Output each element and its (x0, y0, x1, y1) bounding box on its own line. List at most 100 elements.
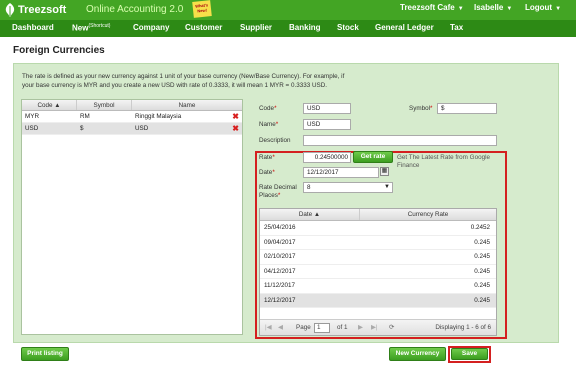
cell-symbol: $ (80, 125, 84, 132)
logo[interactable]: Treezsoft (4, 2, 66, 18)
rate-label-text: Rate (259, 154, 273, 161)
cell-code: MYR (25, 113, 39, 120)
cell-date: 25/04/2016 (264, 224, 296, 231)
nav-stock[interactable]: Stock (337, 23, 359, 32)
table-row[interactable]: 25/04/2016 0.2452 (260, 221, 496, 236)
required-mark: * (272, 169, 275, 176)
symbol-label-text: Symbol (409, 105, 430, 112)
table-row[interactable]: 11/12/2017 0.245 (260, 279, 496, 294)
nav-tax[interactable]: Tax (450, 23, 463, 32)
code-input[interactable]: USD (303, 103, 351, 114)
table-row[interactable]: 09/04/2017 0.245 (260, 236, 496, 250)
page-label: Page (296, 324, 311, 331)
cell-rate: 0.245 (474, 296, 490, 304)
page-count: of 1 (337, 324, 348, 331)
required-mark: * (272, 154, 275, 161)
nav-supplier[interactable]: Supplier (240, 23, 272, 32)
cell-rate: 0.245 (474, 282, 490, 289)
required-mark: * (274, 105, 277, 112)
nav-customer[interactable]: Customer (185, 23, 222, 32)
nav-new-sup: (Shortcut) (88, 23, 111, 29)
required-mark: * (275, 121, 279, 128)
cell-date: 04/12/2017 (264, 267, 296, 275)
last-page-icon[interactable]: ▶| (371, 324, 377, 331)
code-label: Code* (259, 105, 277, 112)
cell-date: 11/12/2017 (264, 282, 296, 289)
name-input[interactable]: USD (303, 119, 351, 130)
decimal-places-value: 8 (307, 184, 311, 191)
required-mark: * (277, 192, 281, 199)
code-label-text: Code (259, 105, 275, 112)
name-label-text: Name (259, 121, 276, 128)
column-symbol[interactable]: Symbol (77, 100, 132, 110)
cell-symbol: RM (80, 113, 90, 120)
cell-name: USD (135, 125, 149, 132)
description-input[interactable] (303, 135, 497, 146)
logout-menu[interactable]: Logout ▼ (525, 3, 561, 12)
intro-text: The rate is defined as your new currency… (22, 72, 382, 90)
symbol-label: Symbol* (409, 105, 432, 112)
rate-note: Get The Latest Rate from Google Finance (397, 154, 490, 169)
rate-grid-body: 25/04/2016 0.2452 09/04/2017 0.245 02/10/2… (260, 221, 496, 319)
page-title: Foreign Currencies (13, 45, 105, 56)
table-row[interactable]: 12/12/2017 0.245 (260, 293, 496, 308)
currency-grid: Code ▲ Symbol Name MYR RM Ringgit Malays… (21, 99, 243, 335)
column-currency-rate[interactable]: Currency Rate (360, 209, 496, 220)
table-row[interactable]: 02/10/2017 0.245 (260, 250, 496, 265)
rate-grid-header: Date ▲ Currency Rate (260, 209, 496, 221)
decimal-places-select[interactable]: 8 ▼ (303, 182, 393, 193)
table-row[interactable]: USD $ USD ✖ (22, 123, 242, 135)
rate-label: Rate* (259, 154, 275, 161)
column-date[interactable]: Date ▲ (260, 209, 360, 220)
chevron-down-icon: ▼ (555, 6, 562, 12)
delete-icon[interactable]: ✖ (232, 123, 239, 135)
brand-name: Treezsoft (18, 4, 67, 16)
prev-page-icon[interactable]: ◀ (278, 324, 283, 331)
rate-input[interactable]: 0.24500000 (303, 152, 351, 163)
delete-icon[interactable]: ✖ (232, 111, 239, 123)
save-button[interactable]: Save (451, 348, 488, 360)
nav-banking[interactable]: Banking (289, 23, 321, 32)
cell-rate: 0.245 (474, 253, 490, 260)
nav-dashboard[interactable]: Dashboard (12, 23, 54, 32)
date-input[interactable]: 12/12/2017 (303, 167, 379, 178)
cell-date: 09/04/2017 (264, 238, 296, 246)
first-page-icon[interactable]: |◀ (265, 324, 271, 331)
chevron-down-icon: ▼ (457, 6, 464, 12)
calendar-icon[interactable]: ▦ (380, 167, 389, 176)
refresh-icon[interactable]: ⟳ (389, 324, 394, 331)
nav-company[interactable]: Company (133, 23, 169, 32)
display-count: Displaying 1 - 6 of 6 (435, 324, 491, 331)
date-label-text: Date (259, 169, 273, 176)
decimal-places-label: Rate Decimal Places* (259, 184, 297, 200)
column-code[interactable]: Code ▲ (22, 100, 77, 110)
whats-new-badge[interactable]: What's New! (192, 0, 212, 18)
name-label: Name* (259, 121, 278, 128)
tree-logo-icon (5, 3, 15, 17)
column-name[interactable]: Name (132, 100, 242, 110)
company-menu[interactable]: Treezsoft Cafe ▼ (400, 3, 464, 12)
nav-new[interactable]: New(Shortcut) (72, 23, 110, 33)
company-name: Treezsoft Cafe (400, 3, 455, 12)
rate-history-grid: Date ▲ Currency Rate 25/04/2016 0.2452 09… (259, 208, 497, 336)
chevron-down-icon: ▼ (384, 184, 390, 190)
nav-new-label: New (72, 23, 89, 33)
app-name: Online Accounting 2.0 (86, 4, 184, 15)
pager: |◀ ◀ Page 1 of 1 ▶ ▶| ⟳ Displaying 1 - 6… (260, 319, 496, 335)
symbol-input[interactable]: $ (437, 103, 497, 114)
intro-line-1: The rate is defined as your new currency… (22, 73, 345, 80)
next-page-icon[interactable]: ▶ (358, 324, 363, 331)
user-menu[interactable]: Isabelle ▼ (474, 3, 512, 12)
page-number-input[interactable]: 1 (314, 323, 330, 333)
table-row[interactable]: MYR RM Ringgit Malaysia ✖ (22, 111, 242, 123)
top-header: Treezsoft Online Accounting 2.0 What's N… (0, 0, 576, 20)
get-rate-button[interactable]: Get rate (353, 151, 393, 163)
new-currency-button[interactable]: New Currency (389, 347, 446, 361)
date-label: Date* (259, 169, 275, 176)
cell-name: Ringgit Malaysia (135, 113, 182, 120)
cell-code: USD (25, 125, 39, 132)
cell-rate: 0.245 (474, 267, 490, 275)
nav-general-ledger[interactable]: General Ledger (375, 23, 434, 32)
table-row[interactable]: 04/12/2017 0.245 (260, 265, 496, 279)
print-listing-button[interactable]: Print listing (21, 347, 69, 361)
